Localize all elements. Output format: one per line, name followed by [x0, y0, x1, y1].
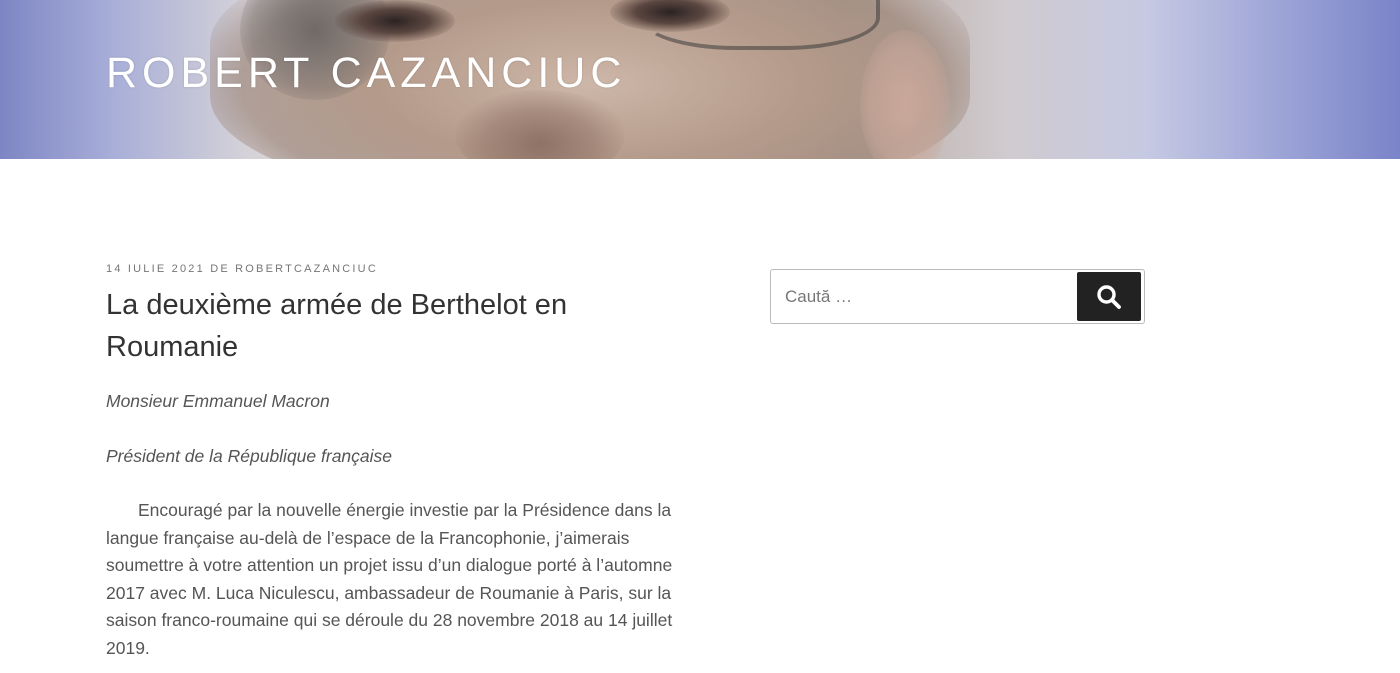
header-photo-eye-left: [335, 0, 455, 42]
search-input[interactable]: [771, 270, 1076, 323]
post-salutation-name: Monsieur Emmanuel Macron: [106, 391, 330, 411]
post-body: Monsieur Emmanuel Macron Président de la…: [106, 388, 702, 662]
post-paragraph: Encouragé par la nouvelle énergie invest…: [106, 500, 673, 658]
post-author-link[interactable]: ROBERTCAZANCIUC: [235, 263, 378, 275]
post-date-link[interactable]: 14 IULIE 2021: [106, 263, 205, 275]
search-button[interactable]: [1077, 272, 1141, 321]
header-banner: ROBERT CAZANCIUC: [0, 0, 1400, 159]
search-form: [770, 269, 1145, 324]
post-title: La deuxième armée de Berthelot en Rouman…: [106, 289, 568, 363]
search-icon: [1097, 284, 1121, 309]
site-title[interactable]: ROBERT CAZANCIUC: [106, 52, 626, 95]
post-salutation-title: Président de la République française: [106, 445, 393, 466]
header-photo-glasses: [640, 0, 880, 50]
post-meta: 14 IULIE 2021 DE ROBERTCAZANCIUC: [106, 263, 378, 275]
post-by-label: DE: [210, 263, 230, 275]
